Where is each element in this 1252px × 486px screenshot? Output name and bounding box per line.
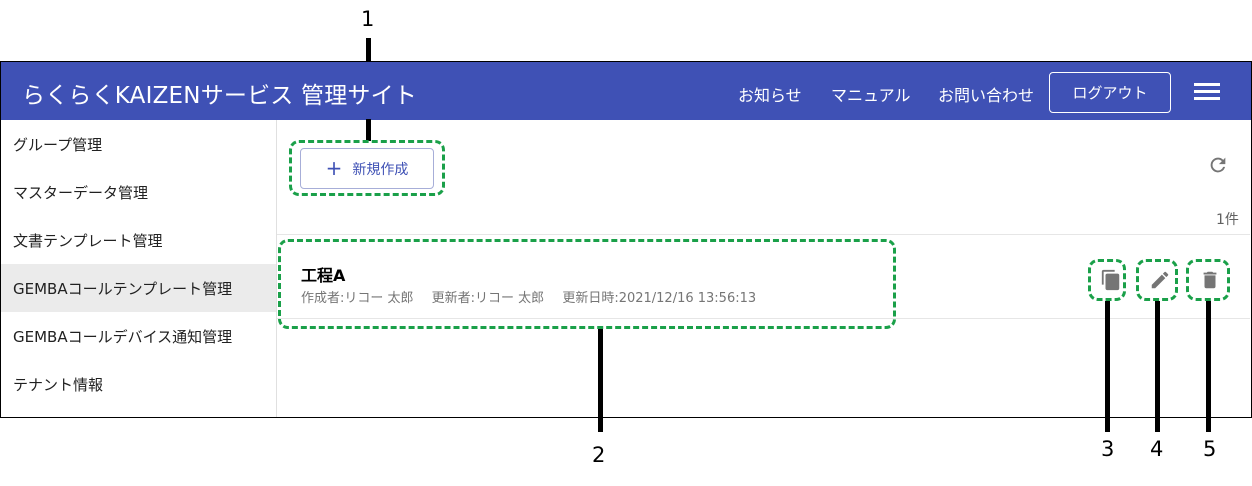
callout-line-1b xyxy=(366,119,371,141)
sidebar-item-gemba-call-template[interactable]: GEMBAコールテンプレート管理 xyxy=(1,264,276,312)
nav-contact-link[interactable]: お問い合わせ xyxy=(938,82,1034,106)
sidebar-item-gemba-call-device[interactable]: GEMBAコールデバイス通知管理 xyxy=(1,312,276,360)
callout-number-3: 3 xyxy=(1101,437,1115,461)
highlight-copy xyxy=(1088,259,1126,301)
refresh-icon[interactable] xyxy=(1207,154,1229,176)
callout-number-1: 1 xyxy=(361,7,375,31)
callout-line-5 xyxy=(1206,301,1211,432)
app-title: らくらくKAIZENサービス 管理サイト xyxy=(22,83,417,109)
callout-number-5: 5 xyxy=(1203,437,1217,461)
sidebar-item-document-template[interactable]: 文書テンプレート管理 xyxy=(1,216,276,264)
nav-manual-link[interactable]: マニュアル xyxy=(831,82,911,106)
sidebar-item-label: グループ管理 xyxy=(13,135,103,154)
logout-button[interactable]: ログアウト xyxy=(1049,72,1171,113)
highlight-delete xyxy=(1186,259,1230,301)
highlight-new-button xyxy=(289,140,445,196)
sidebar-item-label: GEMBAコールテンプレート管理 xyxy=(13,279,233,298)
list-top-divider xyxy=(277,234,1250,235)
sidebar-item-tenant[interactable]: テナント情報 xyxy=(1,360,276,408)
sidebar-item-label: マスターデータ管理 xyxy=(13,183,149,202)
callout-number-2: 2 xyxy=(592,443,606,467)
callout-line-2 xyxy=(598,329,603,432)
sidebar-item-master-data[interactable]: マスターデータ管理 xyxy=(1,168,276,216)
app-header: らくらくKAIZENサービス 管理サイト お知らせ マニュアル お問い合わせ ロ… xyxy=(1,62,1251,120)
highlight-list-item xyxy=(278,239,896,329)
callout-line-4 xyxy=(1155,301,1160,432)
sidebar: グループ管理 マスターデータ管理 文書テンプレート管理 GEMBAコールテンプレ… xyxy=(1,120,277,417)
hamburger-menu-icon[interactable] xyxy=(1194,83,1220,101)
sidebar-item-label: 文書テンプレート管理 xyxy=(13,231,163,250)
callout-line-1 xyxy=(366,38,371,61)
sidebar-item-group[interactable]: グループ管理 xyxy=(1,120,276,168)
sidebar-item-label: テナント情報 xyxy=(13,375,104,394)
highlight-edit xyxy=(1136,259,1178,301)
callout-line-3 xyxy=(1105,301,1110,432)
callout-number-4: 4 xyxy=(1150,437,1164,461)
sidebar-item-label: GEMBAコールデバイス通知管理 xyxy=(13,327,233,346)
nav-news-link[interactable]: お知らせ xyxy=(738,82,802,106)
result-count: 1件 xyxy=(1216,212,1239,228)
